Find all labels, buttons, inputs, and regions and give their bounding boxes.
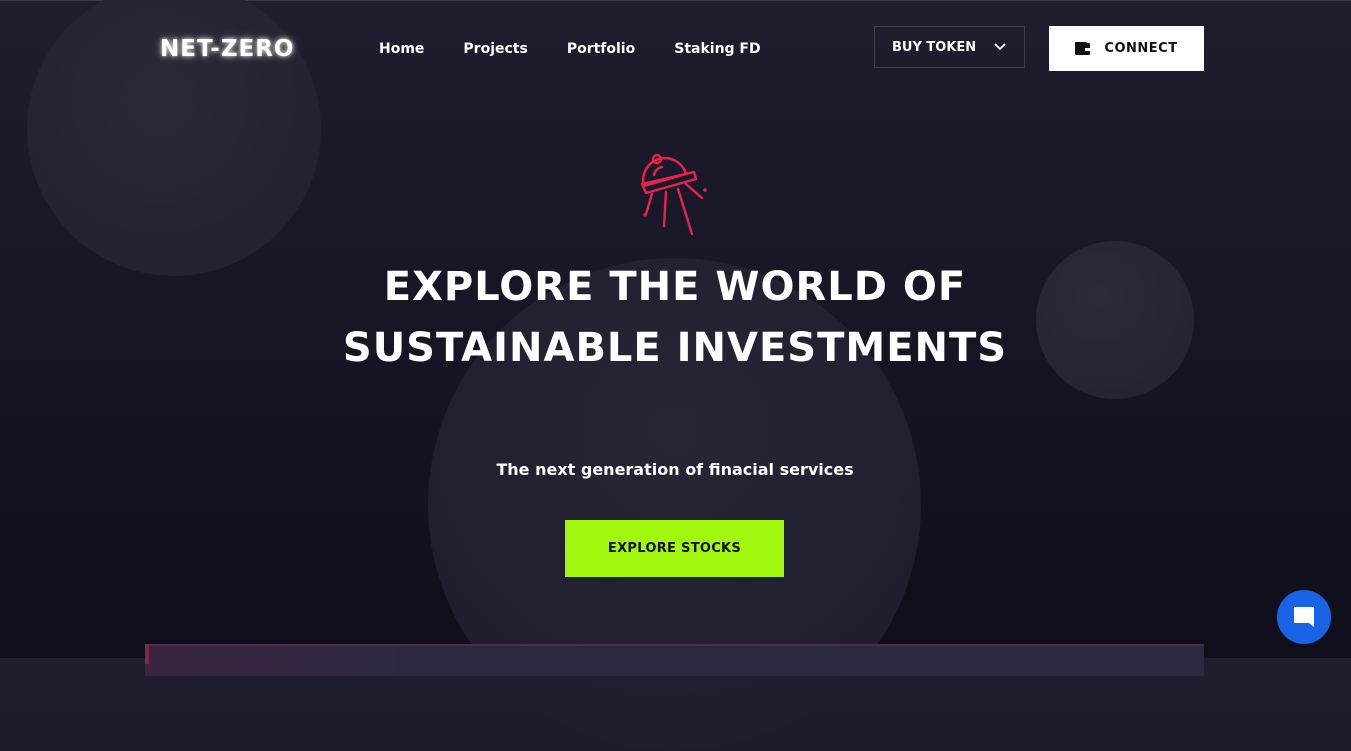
content-panel <box>145 644 1204 676</box>
panel-accent <box>145 644 149 664</box>
connect-label: CONNECT <box>1104 41 1178 56</box>
main-nav: Home Projects Portfolio Staking FD <box>379 41 761 57</box>
explore-stocks-button[interactable]: EXPLORE STOCKS <box>565 520 784 577</box>
hero-subtitle: The next generation of finacial services <box>496 460 854 479</box>
background-bubble <box>1036 241 1194 399</box>
connect-button[interactable]: CONNECT <box>1049 26 1204 71</box>
chevron-down-icon <box>994 43 1006 51</box>
nav-item-projects[interactable]: Projects <box>463 41 527 57</box>
nav-item-staking-fd[interactable]: Staking FD <box>674 41 760 57</box>
nav-item-portfolio[interactable]: Portfolio <box>567 41 635 57</box>
brand-logo[interactable]: NET-ZERO <box>160 36 294 62</box>
satellite-icon <box>640 153 707 236</box>
buy-token-dropdown[interactable]: BUY TOKEN <box>874 26 1025 68</box>
wallet-icon <box>1075 42 1091 55</box>
nav-item-home[interactable]: Home <box>379 41 424 57</box>
buy-token-label: BUY TOKEN <box>892 39 977 55</box>
chat-icon <box>1294 607 1314 627</box>
chat-button[interactable] <box>1277 590 1331 644</box>
hero-title: EXPLORE THE WORLD OF SUSTAINABLE INVESTM… <box>342 264 1008 371</box>
